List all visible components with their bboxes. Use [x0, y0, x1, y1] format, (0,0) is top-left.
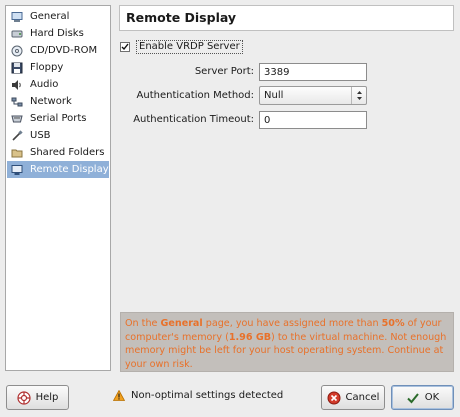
sidebar-item-label: CD/DVD-ROM [30, 45, 98, 56]
sidebar-item-label: Hard Disks [30, 28, 84, 39]
sidebar-item-label: USB [30, 130, 51, 141]
server-port-input[interactable] [259, 63, 367, 81]
cancel-button-label: Cancel [345, 392, 380, 403]
sidebar-item-shared-folders[interactable]: Shared Folders [7, 144, 109, 161]
general-icon [11, 11, 23, 23]
help-button-label: Help [35, 392, 59, 403]
folder-icon [11, 147, 23, 159]
updown-arrows-icon [351, 87, 366, 104]
warning-text: page, you have assigned more than [202, 318, 382, 329]
sidebar-item-hard-disks[interactable]: Hard Disks [7, 25, 109, 42]
sidebar-item-label: Serial Ports [30, 113, 87, 124]
auth-timeout-input[interactable] [259, 111, 367, 129]
settings-sidebar: General Hard Disks CD/DVD-ROM Floppy Aud… [5, 5, 111, 371]
ok-button-label: OK [424, 392, 440, 403]
help-icon [16, 390, 31, 405]
floppy-icon [11, 62, 23, 74]
ok-button[interactable]: OK [391, 385, 454, 410]
sidebar-item-serial-ports[interactable]: Serial Ports [7, 110, 109, 127]
warning-icon [113, 390, 125, 401]
auth-timeout-label: Authentication Timeout: [133, 114, 254, 125]
enable-vrdp-label[interactable]: Enable VRDP Server [136, 40, 243, 54]
cancel-button[interactable]: Cancel [321, 385, 385, 410]
memory-warning-box: On the General page, you have assigned m… [120, 312, 454, 372]
sidebar-item-label: Network [30, 96, 72, 107]
checkmark-icon [121, 43, 129, 51]
remote-display-icon [11, 164, 23, 176]
cd-icon [11, 45, 23, 57]
hard-disk-icon [11, 28, 23, 40]
server-port-label: Server Port: [194, 66, 254, 77]
sidebar-item-cd-dvd-rom[interactable]: CD/DVD-ROM [7, 42, 109, 59]
checkmark-icon [406, 391, 420, 405]
sidebar-item-remote-display[interactable]: Remote Display [7, 161, 109, 178]
sidebar-item-label: General [30, 11, 70, 22]
audio-icon [11, 79, 23, 91]
status-text: Non-optimal settings detected [131, 390, 284, 401]
page-title: Remote Display [119, 5, 454, 31]
sidebar-item-label: Audio [30, 79, 59, 90]
help-button[interactable]: Help [6, 385, 69, 410]
sidebar-item-label: Remote Display [30, 164, 109, 175]
sidebar-item-floppy[interactable]: Floppy [7, 59, 109, 76]
enable-vrdp-checkbox[interactable] [120, 42, 130, 52]
warning-text: On the [125, 318, 161, 329]
warning-memory: 1.96 GB [228, 331, 272, 343]
sidebar-item-label: Floppy [30, 62, 64, 73]
auth-method-label: Authentication Method: [136, 90, 254, 101]
enable-vrdp-row: Enable VRDP Server [120, 40, 243, 54]
serial-port-icon [11, 113, 23, 125]
status-message: Non-optimal settings detected [113, 390, 283, 401]
warning-percent: 50% [381, 318, 405, 329]
sidebar-item-audio[interactable]: Audio [7, 76, 109, 93]
cancel-icon [327, 391, 341, 405]
usb-icon [11, 129, 23, 142]
sidebar-item-network[interactable]: Network [7, 93, 109, 110]
sidebar-item-general[interactable]: General [7, 8, 109, 25]
sidebar-item-usb[interactable]: USB [7, 127, 109, 144]
warning-page-name: General [160, 318, 203, 329]
auth-method-select[interactable]: Null [259, 86, 367, 105]
network-icon [11, 96, 23, 108]
sidebar-item-label: Shared Folders [30, 147, 105, 158]
auth-method-value: Null [264, 90, 284, 101]
